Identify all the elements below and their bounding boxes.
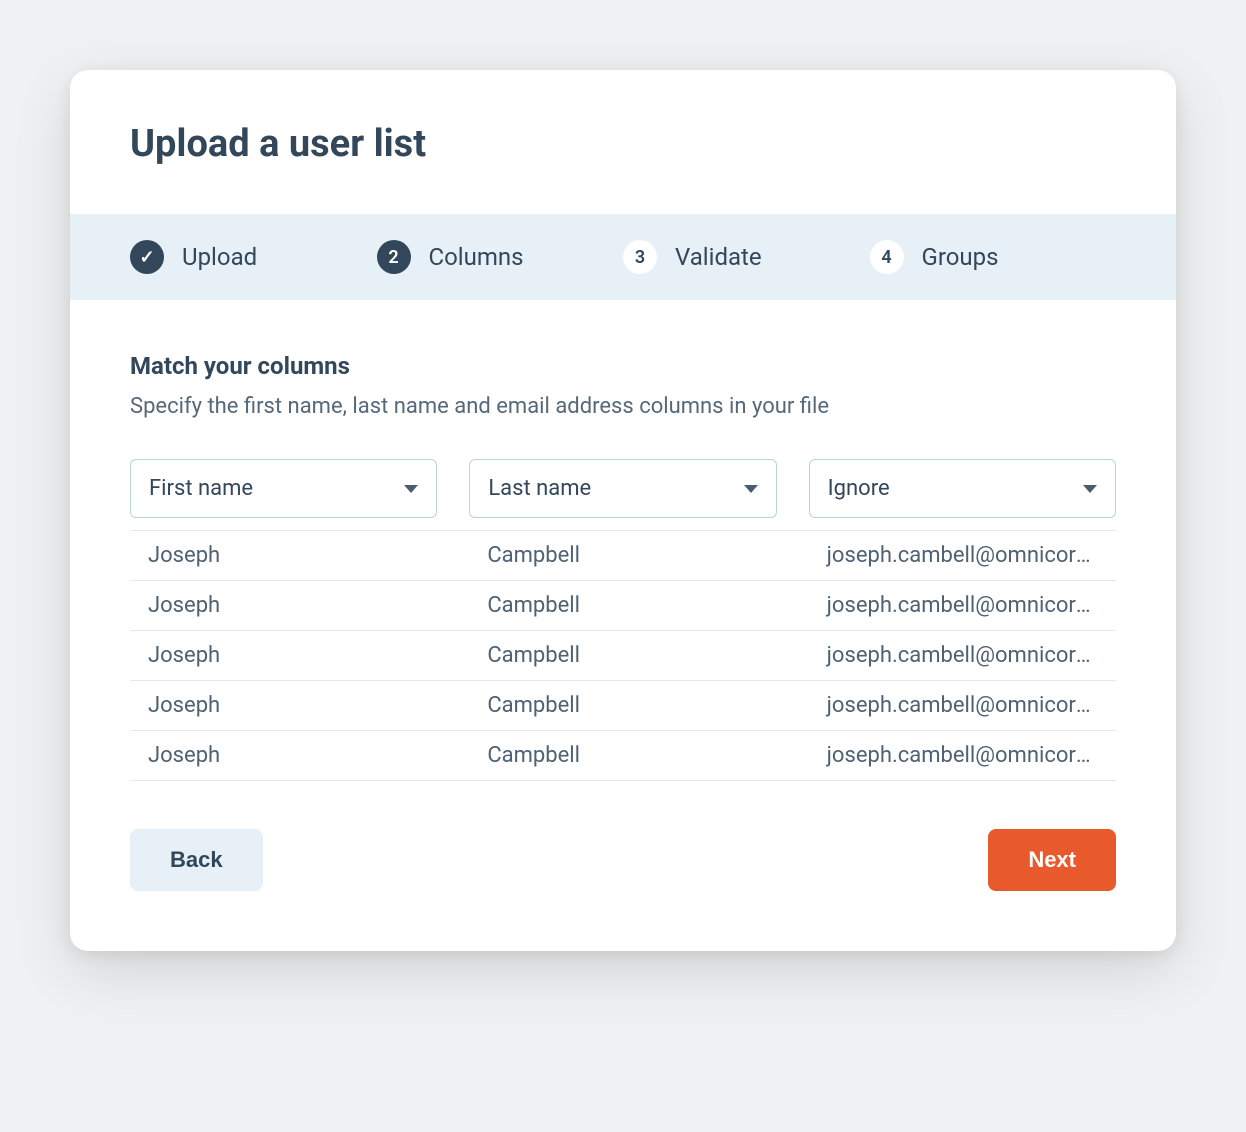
chevron-down-icon: [744, 485, 758, 493]
cell-last-name: Campbell: [469, 693, 776, 718]
next-button[interactable]: Next: [988, 829, 1116, 891]
page-title: Upload a user list: [130, 122, 1116, 166]
step-number-icon: 4: [870, 240, 904, 274]
column-select-last-name[interactable]: Last name: [469, 459, 776, 518]
select-value: Last name: [488, 476, 591, 501]
cell-email: joseph.cambell@omnicorp.com: [809, 743, 1116, 768]
wizard-footer: Back Next: [130, 829, 1116, 891]
cell-email: joseph.cambell@omnicorp.com: [809, 593, 1116, 618]
cell-last-name: Campbell: [469, 643, 776, 668]
column-selects-row: First name Last name Ignore: [130, 459, 1116, 518]
table-row: Joseph Campbell joseph.cambell@omnicorp.…: [130, 731, 1116, 781]
step-label: Columns: [429, 243, 524, 271]
step-validate[interactable]: 3 Validate: [623, 240, 870, 274]
table-row: Joseph Campbell joseph.cambell@omnicorp.…: [130, 581, 1116, 631]
cell-first-name: Joseph: [130, 593, 437, 618]
chevron-down-icon: [404, 485, 418, 493]
step-label: Validate: [675, 243, 762, 271]
step-label: Upload: [182, 243, 257, 271]
step-columns[interactable]: 2 Columns: [377, 240, 624, 274]
cell-first-name: Joseph: [130, 693, 437, 718]
column-select-first-name[interactable]: First name: [130, 459, 437, 518]
select-value: Ignore: [828, 476, 890, 501]
step-label: Groups: [922, 243, 999, 271]
chevron-down-icon: [1083, 485, 1097, 493]
cell-last-name: Campbell: [469, 543, 776, 568]
step-number-icon: 2: [377, 240, 411, 274]
column-select-ignore[interactable]: Ignore: [809, 459, 1116, 518]
card-header: Upload a user list: [70, 70, 1176, 214]
upload-wizard-card: Upload a user list ✓ Upload 2 Columns 3 …: [70, 70, 1176, 951]
cell-email: joseph.cambell@omnicorp.com: [809, 643, 1116, 668]
table-row: Joseph Campbell joseph.cambell@omnicorp.…: [130, 530, 1116, 581]
select-value: First name: [149, 476, 253, 501]
section-description: Specify the first name, last name and em…: [130, 394, 1116, 419]
step-content: Match your columns Specify the first nam…: [70, 300, 1176, 951]
preview-table: Joseph Campbell joseph.cambell@omnicorp.…: [130, 530, 1116, 781]
cell-last-name: Campbell: [469, 743, 776, 768]
cell-first-name: Joseph: [130, 643, 437, 668]
check-icon: ✓: [130, 240, 164, 274]
step-number-icon: 3: [623, 240, 657, 274]
cell-last-name: Campbell: [469, 593, 776, 618]
cell-email: joseph.cambell@omnicorp.com: [809, 693, 1116, 718]
step-upload[interactable]: ✓ Upload: [130, 240, 377, 274]
cell-first-name: Joseph: [130, 543, 437, 568]
cell-first-name: Joseph: [130, 743, 437, 768]
section-title: Match your columns: [130, 352, 1116, 380]
table-row: Joseph Campbell joseph.cambell@omnicorp.…: [130, 631, 1116, 681]
wizard-stepper: ✓ Upload 2 Columns 3 Validate 4 Groups: [70, 214, 1176, 300]
step-groups[interactable]: 4 Groups: [870, 240, 1117, 274]
cell-email: joseph.cambell@omnicorp.com: [809, 543, 1116, 568]
table-row: Joseph Campbell joseph.cambell@omnicorp.…: [130, 681, 1116, 731]
back-button[interactable]: Back: [130, 829, 263, 891]
